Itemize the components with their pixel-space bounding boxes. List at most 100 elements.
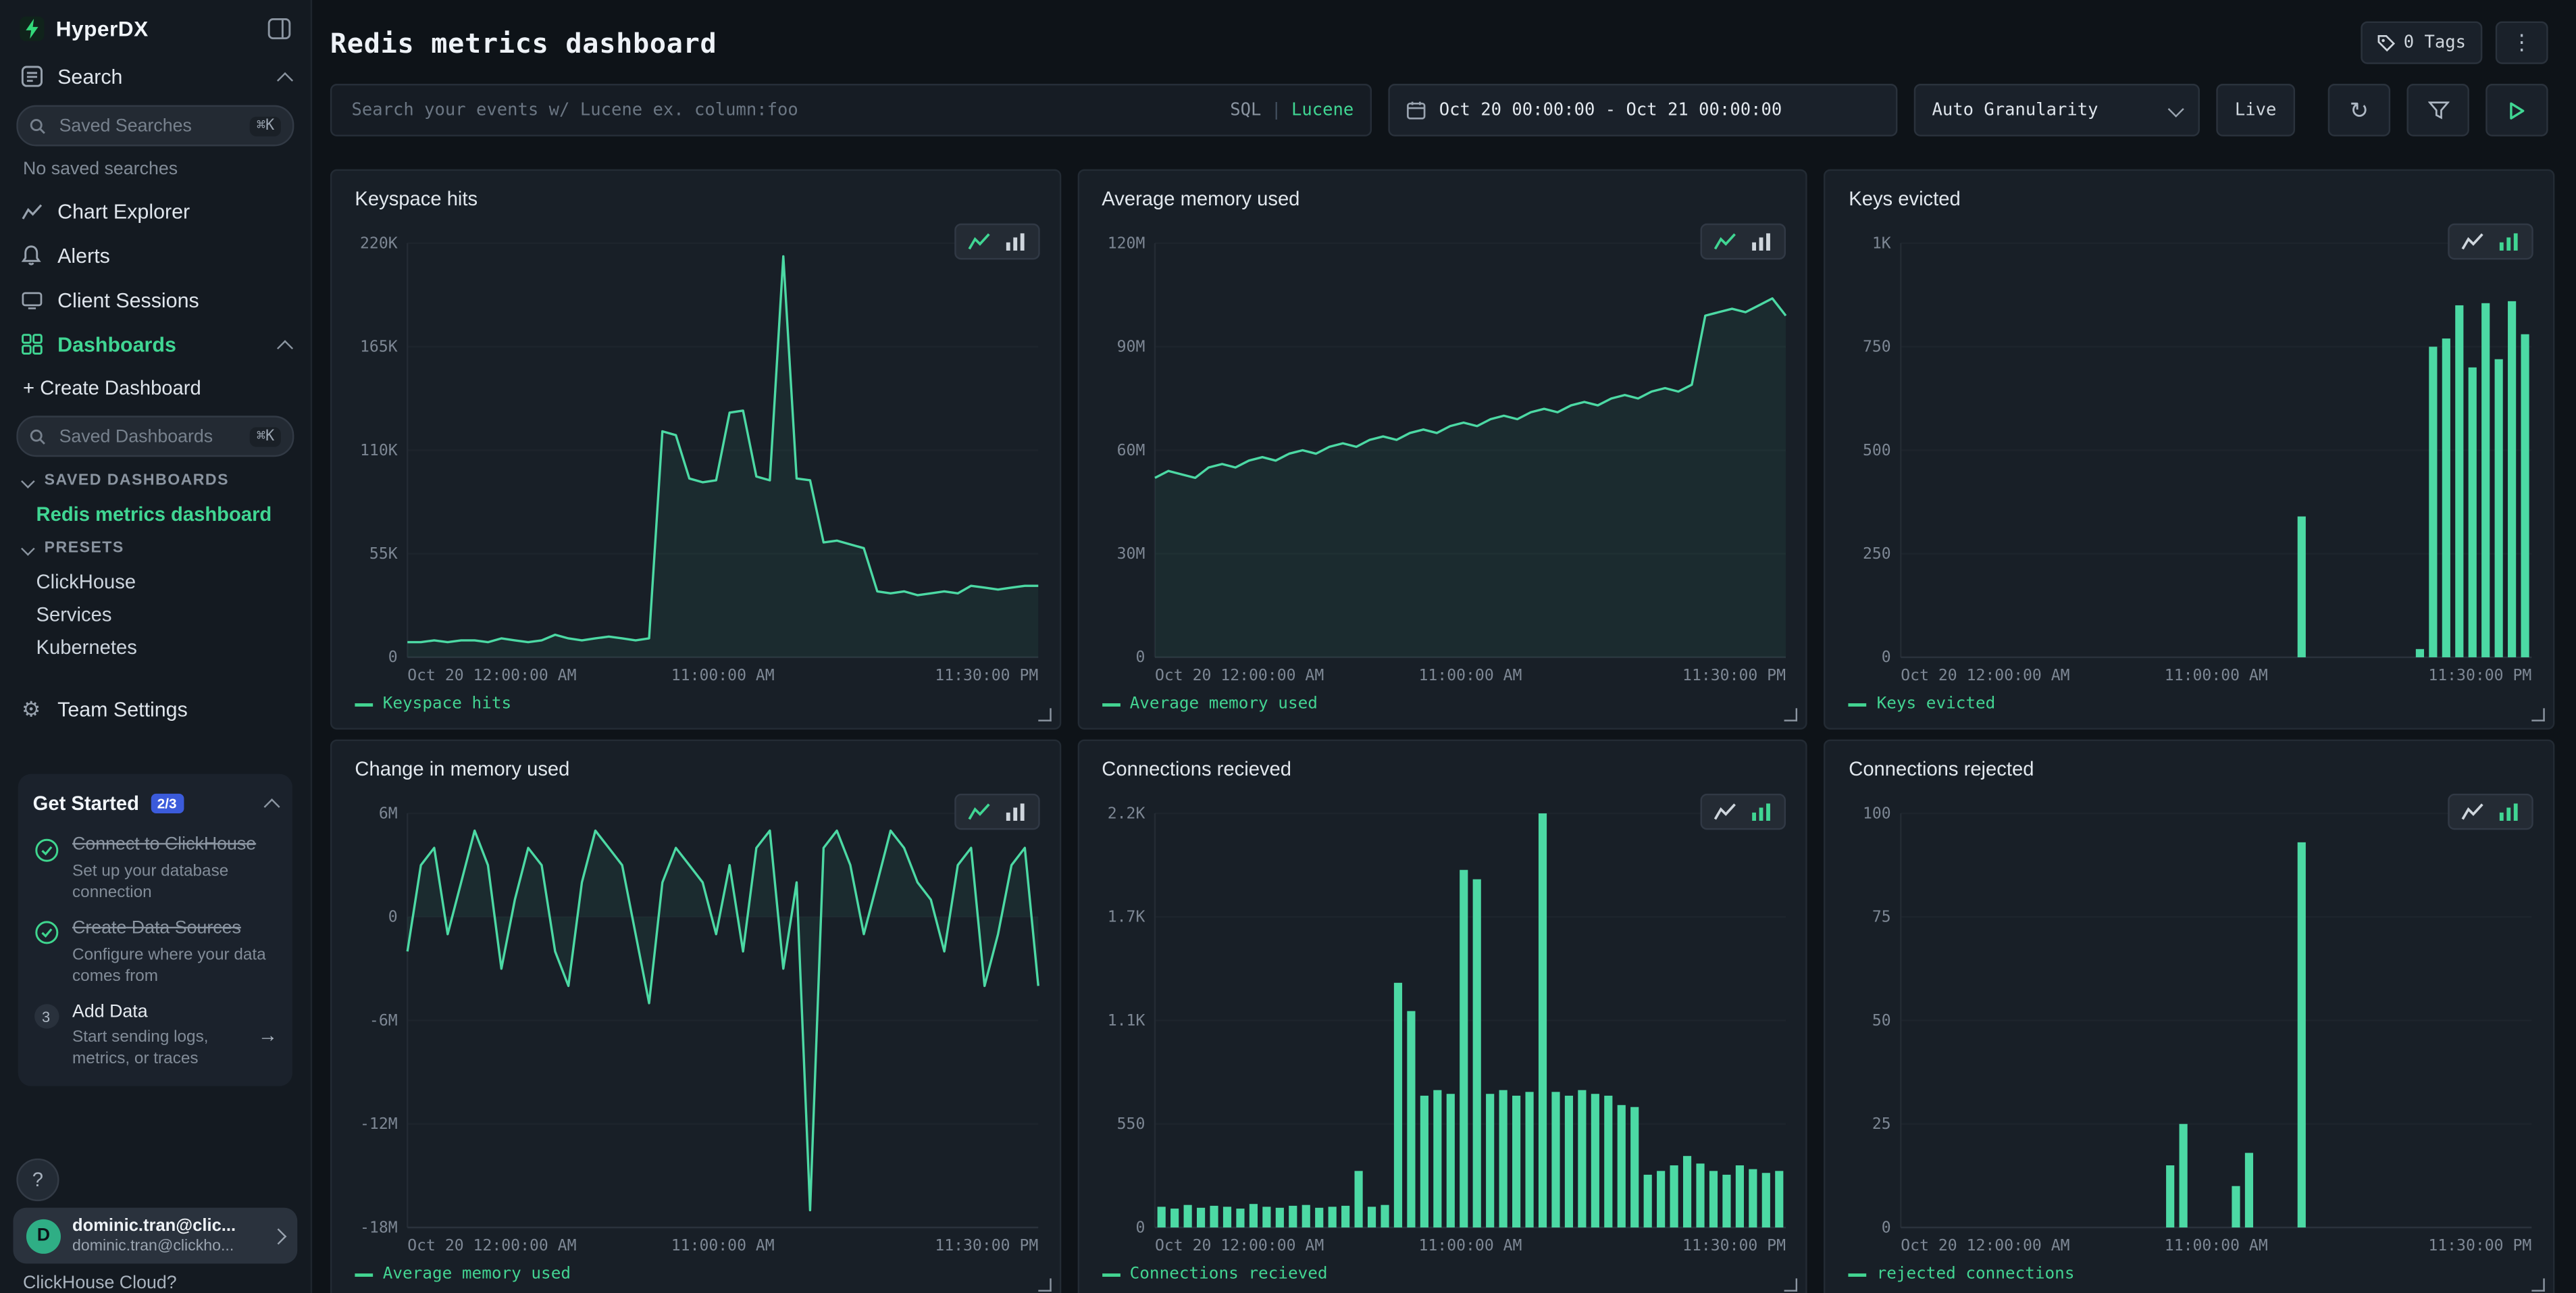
legend-swatch-icon bbox=[1102, 1273, 1120, 1276]
preset-link-clickhouse[interactable]: ClickHouse bbox=[0, 565, 311, 599]
chart-canvas[interactable]: 120M90M60M30M0Oct 20 12:00:00 AM11:00:00… bbox=[1096, 230, 1790, 687]
chart-type-toggle[interactable] bbox=[2448, 224, 2533, 260]
page-title: Redis metrics dashboard bbox=[330, 27, 717, 58]
resize-handle-icon[interactable] bbox=[2531, 708, 2544, 721]
granularity-select[interactable]: Auto Granularity bbox=[1914, 84, 2200, 136]
create-dashboard-button[interactable]: + Create Dashboard bbox=[0, 366, 311, 409]
run-query-button[interactable] bbox=[2485, 84, 2548, 136]
live-button[interactable]: Live bbox=[2216, 84, 2295, 136]
resize-handle-icon[interactable] bbox=[1037, 708, 1050, 721]
chart-title: Keys evicted bbox=[1849, 187, 2536, 210]
chart-type-toggle[interactable] bbox=[2448, 794, 2533, 830]
sidebar-item-dashboards[interactable]: Dashboards bbox=[0, 322, 311, 367]
preset-link-services[interactable]: Services bbox=[0, 598, 311, 631]
sidebar-item-client-sessions[interactable]: Client Sessions bbox=[0, 278, 311, 322]
bar-chart-icon[interactable] bbox=[1750, 802, 1773, 821]
lucene-toggle[interactable]: Lucene bbox=[1291, 100, 1354, 120]
event-search-box[interactable]: SQL | Lucene bbox=[330, 84, 1372, 136]
sidebar-item-search[interactable]: Search bbox=[0, 54, 311, 99]
line-chart-icon[interactable] bbox=[967, 802, 990, 821]
line-chart-icon[interactable] bbox=[2461, 802, 2484, 821]
get-started-step-add-data[interactable]: 3 Add Data Start sending logs, metrics, … bbox=[33, 1002, 278, 1071]
chart-panel-change-in-memory: Change in memory used 6M0-6M-12M-18MOct … bbox=[330, 740, 1061, 1293]
get-started-step-connect[interactable]: Connect to ClickHouse Set up your databa… bbox=[33, 835, 278, 904]
preset-link-kubernetes[interactable]: Kubernetes bbox=[0, 631, 311, 664]
avatar: D bbox=[26, 1219, 61, 1253]
chart-canvas[interactable]: 2.2K1.7K1.1K5500Oct 20 12:00:00 AM11:00:… bbox=[1096, 801, 1790, 1257]
page-header: Redis metrics dashboard 0 Tags ⋮ bbox=[312, 0, 2576, 64]
filter-bar: SQL | Lucene Oct 20 00:00:00 - Oct 21 00… bbox=[330, 85, 2548, 134]
step-title: Connect to ClickHouse bbox=[72, 835, 278, 857]
line-chart-icon[interactable] bbox=[2461, 232, 2484, 251]
svg-text:75: 75 bbox=[1873, 909, 1892, 926]
shortcut-badge: ⌘K bbox=[250, 426, 281, 446]
chart-canvas[interactable]: 1K7505002500Oct 20 12:00:00 AM11:00:00 A… bbox=[1843, 230, 2537, 687]
filter-button[interactable] bbox=[2406, 84, 2469, 136]
sidebar: HyperDX Search ⌘K No saved searches Ch bbox=[0, 0, 312, 1293]
saved-dashboards-field[interactable] bbox=[56, 425, 250, 448]
legend-swatch-icon bbox=[355, 1273, 373, 1276]
resize-handle-icon[interactable] bbox=[1784, 1278, 1797, 1291]
chevron-up-icon[interactable] bbox=[280, 65, 291, 88]
bar-chart-icon[interactable] bbox=[2497, 232, 2520, 251]
dashboard-link-redis[interactable]: Redis metrics dashboard bbox=[0, 498, 311, 531]
sidebar-item-alerts[interactable]: Alerts bbox=[0, 233, 311, 278]
chart-canvas[interactable]: 6M0-6M-12M-18MOct 20 12:00:00 AM11:00:00… bbox=[349, 801, 1043, 1257]
section-presets[interactable]: PRESETS bbox=[0, 531, 311, 565]
query-language-toggle[interactable]: SQL | Lucene bbox=[1230, 100, 1354, 120]
user-menu[interactable]: D dominic.tran@clic... dominic.tran@clic… bbox=[13, 1208, 297, 1264]
date-range-picker[interactable]: Oct 20 00:00:00 - Oct 21 00:00:00 bbox=[1388, 84, 1897, 136]
svg-text:11:00:00 AM: 11:00:00 AM bbox=[1418, 1237, 1522, 1254]
chart-type-toggle[interactable] bbox=[1701, 794, 1786, 830]
chart-type-toggle[interactable] bbox=[954, 224, 1039, 260]
tags-button[interactable]: 0 Tags bbox=[2361, 22, 2482, 64]
bar-chart-icon[interactable] bbox=[2497, 802, 2520, 821]
line-chart-icon[interactable] bbox=[1714, 802, 1737, 821]
svg-text:165K: 165K bbox=[360, 338, 398, 356]
play-icon bbox=[2508, 101, 2525, 120]
legend-swatch-icon bbox=[1849, 1273, 1867, 1276]
chevron-right-icon bbox=[273, 1221, 284, 1250]
dashboard-menu-button[interactable]: ⋮ bbox=[2496, 22, 2548, 64]
event-search-input[interactable] bbox=[349, 99, 1231, 122]
svg-text:Oct 20 12:00:00 AM: Oct 20 12:00:00 AM bbox=[1901, 1237, 2070, 1254]
saved-searches-input[interactable]: ⌘K bbox=[16, 105, 294, 147]
svg-text:Oct 20 12:00:00 AM: Oct 20 12:00:00 AM bbox=[407, 1237, 576, 1254]
saved-searches-field[interactable] bbox=[56, 114, 250, 137]
resize-handle-icon[interactable] bbox=[2531, 1278, 2544, 1291]
refresh-button[interactable]: ↻ bbox=[2328, 84, 2390, 136]
resize-handle-icon[interactable] bbox=[1784, 708, 1797, 721]
svg-text:2.2K: 2.2K bbox=[1107, 805, 1145, 822]
user-email: dominic.tran@clickho... bbox=[72, 1237, 236, 1256]
chevron-up-icon[interactable] bbox=[280, 333, 291, 356]
sql-toggle[interactable]: SQL bbox=[1230, 100, 1261, 120]
section-saved-dashboards[interactable]: SAVED DASHBOARDS bbox=[0, 463, 311, 498]
sidebar-collapse-icon[interactable] bbox=[267, 18, 290, 40]
help-button[interactable]: ? bbox=[16, 1159, 59, 1201]
chart-canvas[interactable]: 1007550250Oct 20 12:00:00 AM11:00:00 AM1… bbox=[1843, 801, 2537, 1257]
check-circle-icon bbox=[33, 920, 59, 946]
svg-text:220K: 220K bbox=[360, 234, 398, 252]
bar-chart-icon[interactable] bbox=[1003, 802, 1026, 821]
bar-chart-icon[interactable] bbox=[1750, 232, 1773, 251]
line-chart-icon[interactable] bbox=[967, 232, 990, 251]
bar-chart-icon[interactable] bbox=[1003, 232, 1026, 251]
step-title: Add Data bbox=[72, 1002, 251, 1024]
saved-dashboards-input[interactable]: ⌘K bbox=[16, 415, 294, 457]
sidebar-item-team-settings[interactable]: ⚙ Team Settings bbox=[0, 687, 311, 732]
chart-type-toggle[interactable] bbox=[1701, 224, 1786, 260]
resize-handle-icon[interactable] bbox=[1037, 1278, 1050, 1291]
svg-text:50: 50 bbox=[1873, 1012, 1892, 1030]
sidebar-item-label: Client Sessions bbox=[57, 288, 199, 311]
legend-swatch-icon bbox=[355, 703, 373, 706]
line-chart-icon[interactable] bbox=[1714, 232, 1737, 251]
step-desc: Set up your database connection bbox=[72, 861, 278, 903]
get-started-step-sources[interactable]: Create Data Sources Configure where your… bbox=[33, 918, 278, 987]
sidebar-item-label: Team Settings bbox=[57, 698, 188, 721]
chevron-up-icon[interactable] bbox=[266, 789, 278, 819]
refresh-icon: ↻ bbox=[2350, 96, 2369, 124]
chart-canvas[interactable]: 220K165K110K55K0Oct 20 12:00:00 AM11:00:… bbox=[349, 230, 1043, 687]
chart-type-toggle[interactable] bbox=[954, 794, 1039, 830]
sidebar-item-chart-explorer[interactable]: Chart Explorer bbox=[0, 189, 311, 234]
svg-text:0: 0 bbox=[388, 649, 398, 666]
